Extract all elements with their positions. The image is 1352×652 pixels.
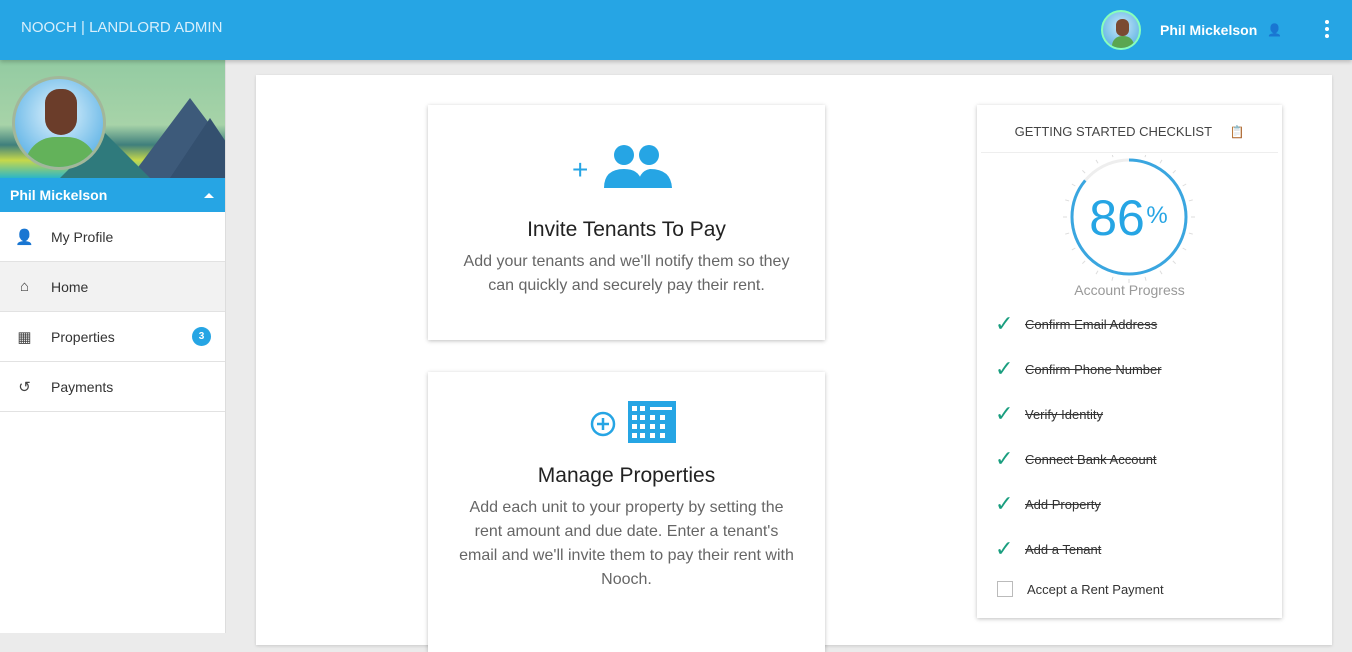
sidebar-item-home[interactable]: ⌂ Home bbox=[0, 262, 225, 312]
sidebar-item-label: Home bbox=[51, 278, 89, 295]
properties-count-badge: 3 bbox=[192, 327, 211, 346]
checklist-item[interactable]: ✓ Confirm Phone Number bbox=[995, 356, 1162, 382]
sidebar-item-my-profile[interactable]: 👤 My Profile bbox=[0, 212, 225, 262]
progress-tick bbox=[1081, 169, 1086, 174]
progress-tick bbox=[1144, 276, 1147, 281]
card-title: Invite Tenants To Pay bbox=[527, 218, 726, 241]
checklist-item-label: Confirm Email Address bbox=[1025, 316, 1158, 332]
building-icon: ▦ bbox=[17, 328, 32, 346]
user-name: Phil Mickelson bbox=[1160, 22, 1258, 38]
progress-tick bbox=[1188, 232, 1193, 235]
progress-tick bbox=[1071, 247, 1076, 251]
progress-tick bbox=[1182, 183, 1187, 187]
invite-tenants-card[interactable]: + Invite Tenants To Pay Add your tenants… bbox=[428, 105, 825, 340]
progress-tick bbox=[1065, 199, 1070, 202]
checklist-item-label: Verify Identity bbox=[1025, 406, 1104, 422]
card-text: Add your tenants and we'll notify them s… bbox=[463, 253, 790, 294]
checklist-item-label: Add Property bbox=[1025, 496, 1101, 512]
progress-tick bbox=[1071, 183, 1076, 187]
app-title: NOOCH | LANDLORD ADMIN bbox=[21, 19, 223, 36]
getting-started-checklist: GETTING STARTED CHECKLIST 📋 86 % Account… bbox=[977, 105, 1282, 618]
checkbox[interactable] bbox=[997, 581, 1013, 597]
progress-tick bbox=[1188, 199, 1193, 202]
person-icon: 👤 bbox=[15, 228, 34, 246]
checklist-header: GETTING STARTED CHECKLIST 📋 bbox=[981, 105, 1278, 153]
check-icon: ✓ bbox=[995, 491, 1014, 516]
progress-tick bbox=[1172, 169, 1177, 174]
sidebar-item-properties[interactable]: ▦ Properties 3 bbox=[0, 312, 225, 362]
person-icon: 👤 bbox=[1267, 23, 1283, 37]
checklist-item-label: Connect Bank Account bbox=[1025, 451, 1157, 467]
checklist-item[interactable]: ✓ Add Property bbox=[995, 491, 1101, 517]
progress-tick bbox=[1111, 276, 1114, 281]
top-app-bar: NOOCH | LANDLORD ADMIN Phil Mickelson 👤 bbox=[0, 0, 1352, 60]
clipboard-check-icon: 📋 bbox=[1229, 125, 1245, 139]
more-vert-icon[interactable] bbox=[1320, 18, 1334, 40]
check-icon: ✓ bbox=[995, 401, 1014, 426]
check-icon: ✓ bbox=[995, 446, 1014, 471]
progress-tick bbox=[1095, 159, 1099, 164]
checklist-item[interactable]: ✓ Verify Identity bbox=[995, 401, 1104, 427]
user-menu[interactable]: Phil Mickelson 👤 bbox=[1101, 10, 1282, 50]
profile-avatar[interactable] bbox=[12, 76, 106, 170]
progress-tick bbox=[1159, 270, 1163, 275]
profile-name: Phil Mickelson bbox=[10, 187, 108, 203]
profile-banner bbox=[0, 60, 225, 178]
manage-properties-card[interactable]: Manage Properties Add each unit to your … bbox=[428, 372, 825, 652]
progress-tick bbox=[1111, 155, 1114, 158]
progress-label: Account Progress bbox=[1074, 282, 1185, 298]
checklist-item-label: Confirm Phone Number bbox=[1025, 361, 1162, 377]
checklist-item-label: Accept a Rent Payment bbox=[1027, 581, 1164, 597]
progress-tick bbox=[1095, 270, 1099, 275]
card-text: Add each unit to your property by settin… bbox=[459, 499, 794, 588]
progress-tick bbox=[1065, 232, 1070, 235]
sidebar-item-label: Properties bbox=[51, 328, 115, 345]
check-icon: ✓ bbox=[995, 356, 1014, 381]
check-icon: ✓ bbox=[995, 311, 1014, 336]
progress-unit: % bbox=[1146, 202, 1167, 229]
svg-text:+: + bbox=[572, 154, 588, 185]
caret-up-icon[interactable] bbox=[204, 193, 214, 198]
progress-tick bbox=[1081, 260, 1086, 265]
check-icon: ✓ bbox=[995, 536, 1014, 561]
sidebar-item-label: Payments bbox=[51, 378, 114, 395]
checklist-item-label: Add a Tenant bbox=[1025, 541, 1102, 557]
profile-name-bar[interactable]: Phil Mickelson bbox=[0, 178, 225, 212]
progress-tick bbox=[1159, 159, 1163, 164]
progress-tick bbox=[1172, 260, 1177, 265]
sidebar-item-payments[interactable]: ↺ Payments bbox=[0, 362, 225, 412]
progress-tick bbox=[1144, 155, 1147, 158]
checklist-item[interactable]: ✓ Confirm Email Address bbox=[995, 311, 1158, 337]
sidebar-item-label: My Profile bbox=[51, 228, 114, 245]
avatar[interactable] bbox=[1101, 10, 1141, 50]
history-icon: ↺ bbox=[18, 378, 31, 396]
add-group-icon: + bbox=[572, 145, 672, 188]
progress-ring: 86 % bbox=[1063, 155, 1195, 283]
checklist-item[interactable]: ✓ Add a Tenant bbox=[995, 536, 1102, 562]
progress-value: 86 bbox=[1089, 190, 1145, 246]
checklist-item[interactable]: ✓ Connect Bank Account bbox=[995, 446, 1157, 472]
checklist-item[interactable]: Accept a Rent Payment bbox=[997, 581, 1164, 597]
sidebar: Phil Mickelson 👤 My Profile ⌂ Home ▦ Proper… bbox=[0, 60, 226, 633]
add-building-icon bbox=[590, 401, 676, 443]
checklist-title: GETTING STARTED CHECKLIST bbox=[1014, 124, 1212, 139]
card-title: Manage Properties bbox=[537, 464, 716, 487]
progress-tick bbox=[1182, 247, 1187, 251]
home-icon: ⌂ bbox=[19, 278, 30, 295]
